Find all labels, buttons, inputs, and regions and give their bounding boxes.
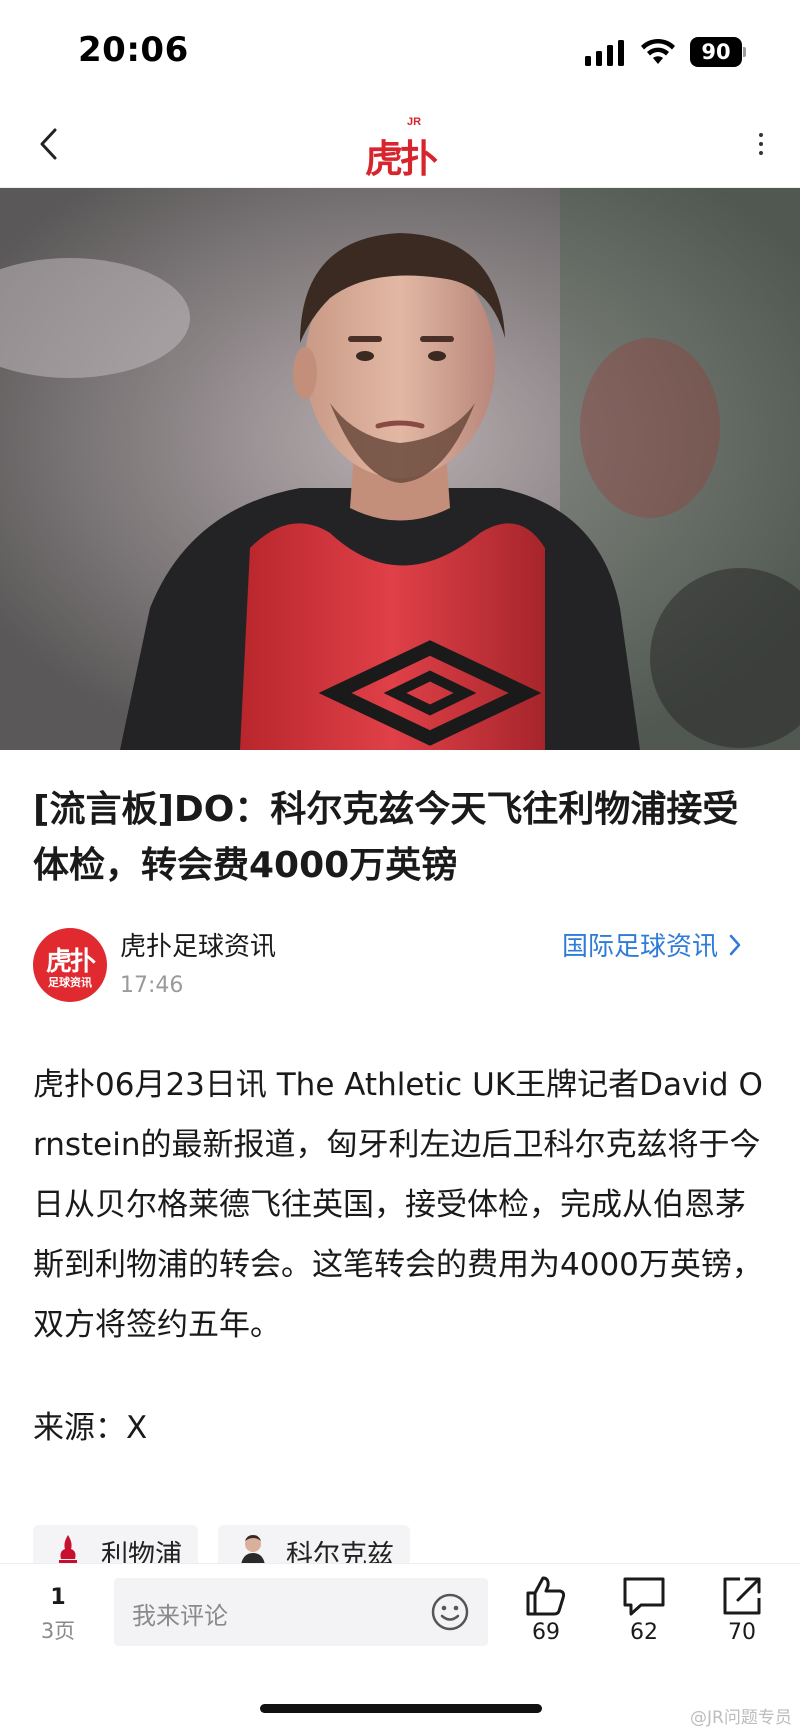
bottom-bar: 1 3页 我来评论 69 62 70 @JR问题专员: [0, 1563, 800, 1731]
comment-button[interactable]: 62: [609, 1574, 679, 1645]
more-dot-icon: [759, 142, 763, 146]
comment-input[interactable]: 我来评论: [114, 1578, 488, 1646]
article-title: [流言板]DO：科尔克兹今天飞往利物浦接受体检，转会费4000万英镑: [33, 789, 739, 886]
category-link[interactable]: 国际足球资讯: [562, 926, 742, 963]
back-button[interactable]: [22, 118, 74, 170]
share-button[interactable]: 70: [707, 1574, 777, 1645]
hupu-logo: JR 虎扑: [365, 114, 438, 181]
chevron-right-icon: [729, 934, 741, 955]
author-avatar[interactable]: 虎扑 足球资讯: [33, 928, 107, 1002]
liverpool-crest-icon: [59, 1535, 77, 1563]
home-indicator[interactable]: [260, 1704, 542, 1713]
comment-placeholder: 我来评论: [132, 1602, 228, 1630]
nav-bar: JR 虎扑: [0, 100, 800, 188]
avatar-logo-text: 虎扑: [45, 947, 96, 977]
more-options-button[interactable]: [740, 122, 782, 166]
page-total: 3页: [40, 1619, 76, 1643]
battery-indicator: 90: [690, 37, 746, 67]
comment-count: 62: [630, 1620, 658, 1645]
logo-jr-text: JR: [407, 116, 422, 128]
tag-kerkez[interactable]: 科尔克兹: [218, 1525, 410, 1565]
category-label: 国际足球资讯: [562, 932, 719, 962]
hero-image: [0, 188, 800, 750]
chevron-left-icon: [40, 128, 57, 160]
tag-label: 科尔克兹: [286, 1540, 394, 1565]
tag-list: 利物浦 科尔克兹: [33, 1525, 410, 1565]
page-indicator[interactable]: 1 3页: [28, 1582, 88, 1648]
logo-main-text: 虎扑: [365, 137, 438, 181]
thumbs-up-icon: [526, 1576, 566, 1616]
like-button[interactable]: 69: [511, 1574, 581, 1645]
author-name[interactable]: 虎扑足球资讯: [120, 926, 276, 963]
battery-tip: [743, 47, 746, 57]
page-current: 1: [50, 1585, 66, 1610]
player-photo: [0, 188, 800, 750]
avatar-sub-text: 足球资讯: [48, 976, 92, 989]
article-source: 来源：X: [33, 1410, 148, 1446]
publish-time: 17:46: [120, 973, 184, 998]
comment-bubble-icon: [623, 1577, 665, 1616]
tag-label: 利物浦: [101, 1540, 182, 1565]
like-count: 69: [532, 1620, 560, 1645]
cellular-signal-icon: [585, 40, 624, 66]
more-dot-icon: [759, 151, 763, 155]
wifi-icon: [641, 38, 675, 64]
status-time: 20:06: [78, 30, 189, 70]
status-bar: 20:06 90: [0, 0, 800, 100]
emoji-icon[interactable]: [430, 1592, 470, 1632]
share-count: 70: [728, 1620, 756, 1645]
tag-liverpool[interactable]: 利物浦: [33, 1525, 198, 1565]
player-avatar-icon: [241, 1535, 265, 1565]
share-icon: [723, 1577, 761, 1615]
article-body: 虎扑06月23日讯 The Athletic UK王牌记者David Ornst…: [33, 1067, 763, 1343]
battery-level: 90: [701, 40, 731, 64]
watermark: @JR问题专员: [690, 1708, 792, 1728]
more-dot-icon: [759, 133, 763, 137]
